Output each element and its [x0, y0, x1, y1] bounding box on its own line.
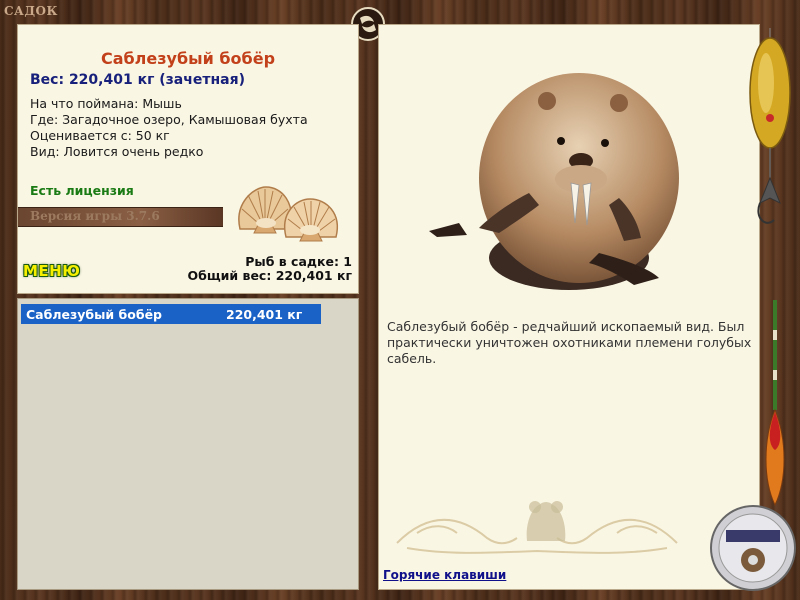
fish-weight: Вес: 220,401 кг (зачетная)	[30, 72, 245, 88]
shells-icon	[238, 186, 339, 242]
lure-icon	[749, 28, 791, 224]
detail-min-weight: Оценивается с: 50 кг	[30, 128, 170, 143]
float-icon	[765, 300, 785, 507]
detail-location: Где: Загадочное озеро, Камышовая бухта	[30, 112, 308, 127]
total-weight: Общий вес: 220,401 кг	[187, 268, 353, 283]
fish-description: Саблезубый бобёр - редчайший ископаемый …	[387, 319, 752, 366]
game-version: Версия игры 3.7.6	[30, 209, 160, 223]
menu-button[interactable]: МЕНЮ	[23, 262, 80, 280]
beaver-image	[429, 73, 679, 290]
window-title: САДОК	[4, 4, 58, 18]
detail-bait: На что поймана: Мышь	[30, 96, 182, 111]
ornament-decoration	[396, 501, 678, 554]
fish-name: Саблезубый бобёр	[100, 49, 276, 68]
fish-picture-panel: Саблезубый бобёр - редчайший ископаемый …	[378, 24, 760, 590]
version-banner: Версия игры 3.7.6	[18, 207, 223, 227]
fish-info-panel: Саблезубый бобёр Вес: 220,401 кг (зачетн…	[17, 24, 359, 294]
license-status: Есть лицензия	[30, 183, 134, 198]
hotkeys-link[interactable]: Горячие клавиши	[383, 568, 506, 582]
list-item-weight: 220,401 кг	[226, 307, 303, 322]
detail-rarity: Вид: Ловится очень редко	[30, 144, 204, 159]
fish-count: Рыб в садке: 1	[245, 254, 352, 269]
list-item[interactable]: Саблезубый бобёр 220,401 кг	[21, 304, 321, 324]
list-item-name: Саблезубый бобёр	[26, 307, 162, 322]
fishing-line-spool-icon	[710, 505, 796, 591]
catch-list: Саблезубый бобёр 220,401 кг	[17, 298, 359, 590]
